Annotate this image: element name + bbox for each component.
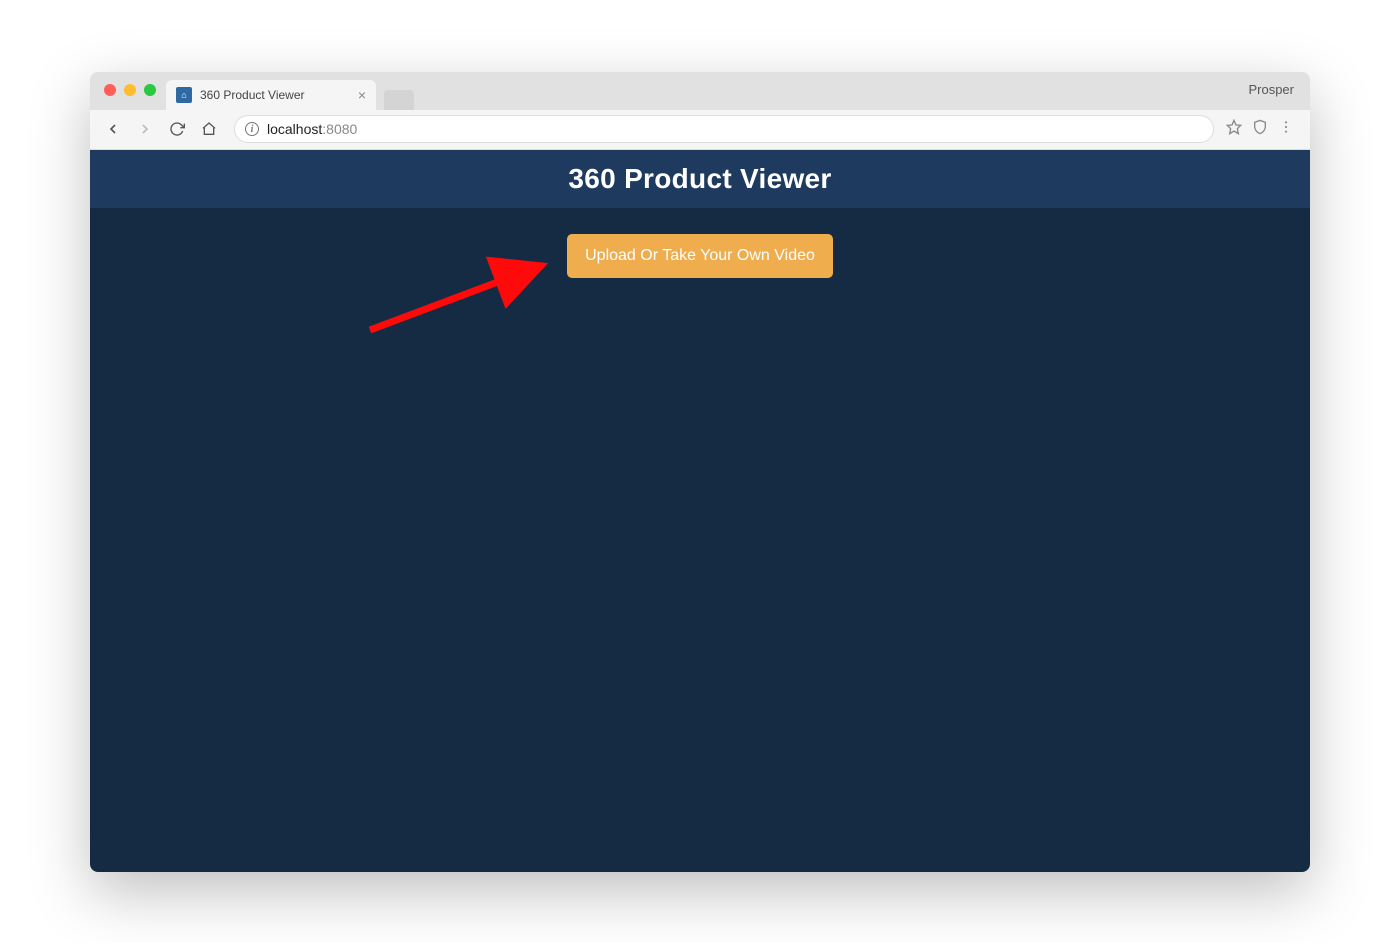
home-icon: ⌂: [176, 87, 192, 103]
toolbar-right: [1226, 119, 1300, 140]
bookmark-icon[interactable]: [1226, 119, 1242, 140]
page-header: 360 Product Viewer: [90, 150, 1310, 208]
back-button[interactable]: [100, 116, 126, 142]
tab-title: 360 Product Viewer: [200, 88, 305, 102]
browser-toolbar: i localhost:8080: [90, 110, 1310, 150]
profile-label[interactable]: Prosper: [1248, 82, 1294, 97]
home-button[interactable]: [196, 116, 222, 142]
site-info-icon[interactable]: i: [245, 122, 259, 136]
page-body: Upload Or Take Your Own Video: [90, 208, 1310, 872]
window-close-button[interactable]: [104, 84, 116, 96]
forward-button[interactable]: [132, 116, 158, 142]
window-minimize-button[interactable]: [124, 84, 136, 96]
browser-window: ⌂ 360 Product Viewer × Prosper i localho…: [90, 72, 1310, 872]
browser-tab-strip: ⌂ 360 Product Viewer × Prosper: [90, 72, 1310, 110]
arrow-annotation: [360, 250, 560, 345]
extension-icon[interactable]: [1252, 119, 1268, 140]
page-viewport: 360 Product Viewer Upload Or Take Your O…: [90, 150, 1310, 872]
url-port: :8080: [322, 121, 357, 137]
url-host: localhost: [267, 121, 322, 137]
window-maximize-button[interactable]: [144, 84, 156, 96]
browser-tab[interactable]: ⌂ 360 Product Viewer ×: [166, 80, 376, 110]
menu-icon[interactable]: [1278, 119, 1294, 140]
page-title: 360 Product Viewer: [568, 163, 831, 195]
close-icon[interactable]: ×: [358, 88, 366, 102]
window-traffic-lights: [104, 84, 156, 96]
upload-button-label: Upload Or Take Your Own Video: [585, 247, 815, 265]
tabs-container: ⌂ 360 Product Viewer ×: [166, 72, 414, 110]
url-display: localhost:8080: [267, 121, 357, 137]
address-bar[interactable]: i localhost:8080: [234, 115, 1214, 143]
upload-button[interactable]: Upload Or Take Your Own Video: [567, 234, 833, 278]
reload-button[interactable]: [164, 116, 190, 142]
new-tab-button[interactable]: [384, 90, 414, 110]
